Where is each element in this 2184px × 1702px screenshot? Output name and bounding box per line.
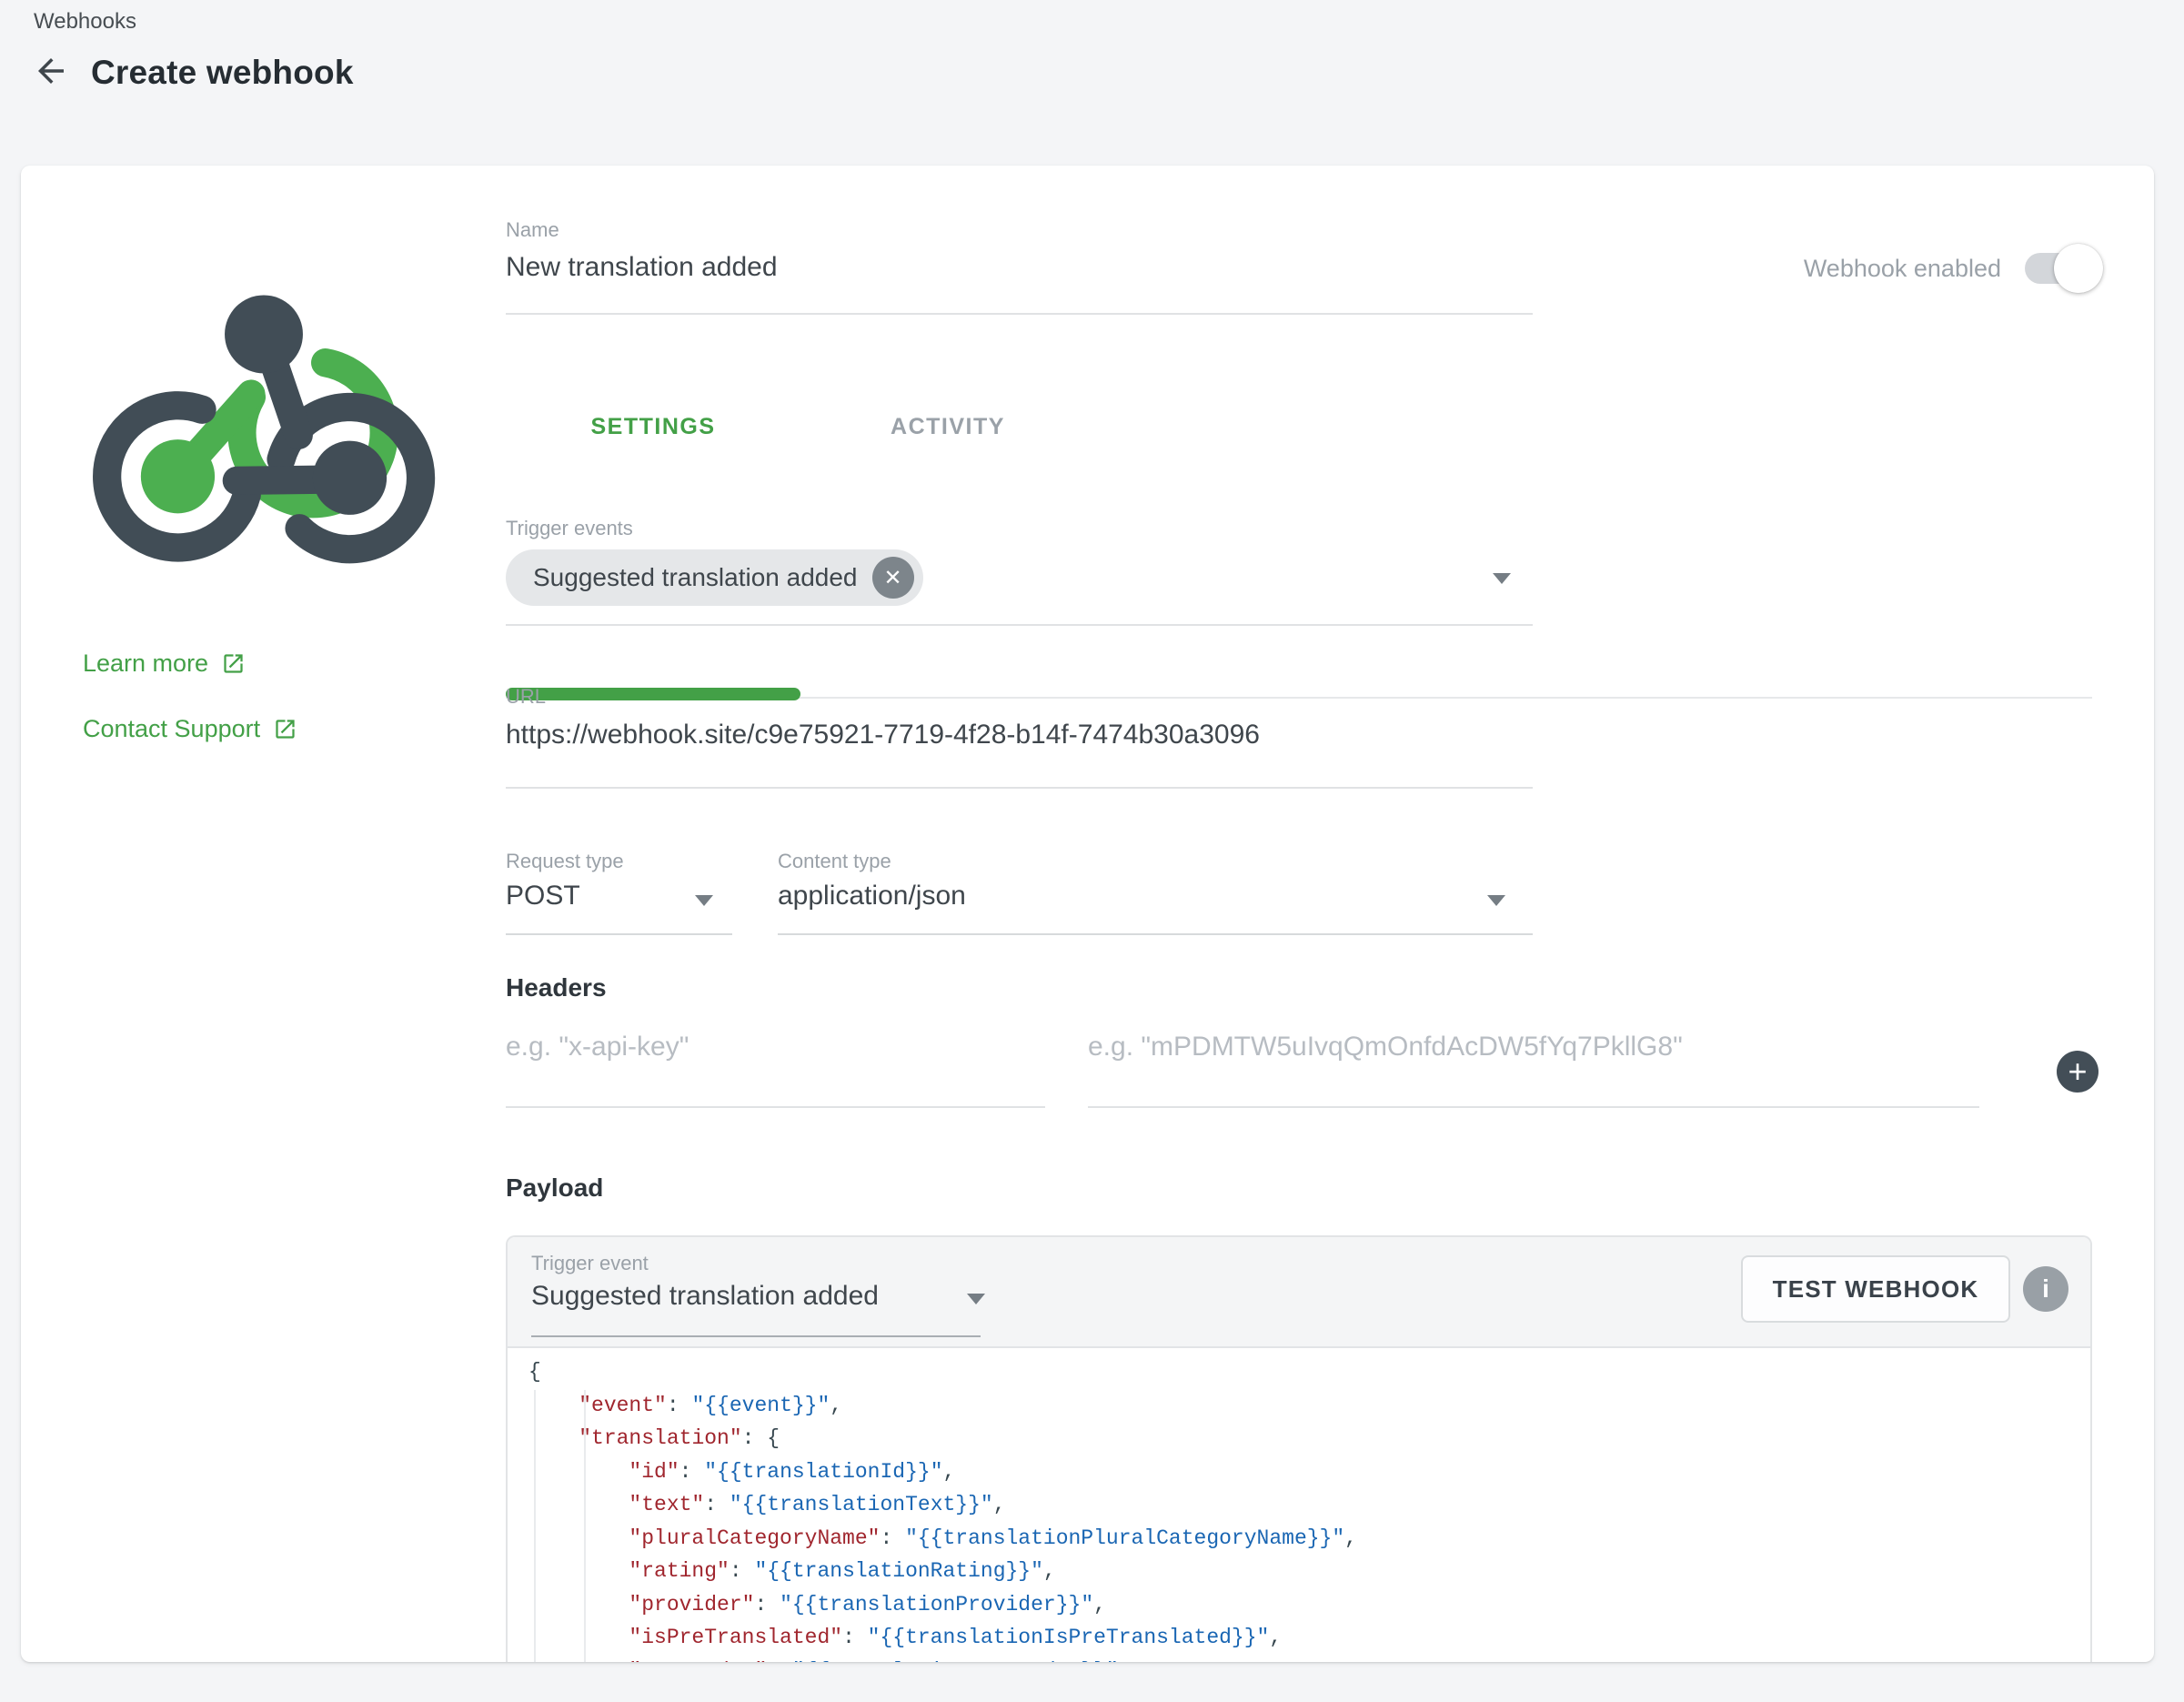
- headers-heading: Headers: [506, 973, 607, 1002]
- payload-code-editor[interactable]: { "event": "{{event}}", "translation": {…: [508, 1348, 2090, 1662]
- payload-panel-header: Trigger event Suggested translation adde…: [508, 1237, 2090, 1348]
- back-button[interactable]: [31, 53, 71, 93]
- chip-remove-icon[interactable]: ✕: [872, 557, 914, 599]
- trigger-events-label: Trigger events: [506, 517, 633, 540]
- create-webhook-page: Webhooks Create webhook: [0, 0, 2184, 1702]
- url-underline: [506, 787, 1533, 789]
- tab-activity[interactable]: ACTIVITY: [800, 400, 1095, 453]
- payload-trigger-event-label: Trigger event: [531, 1252, 649, 1275]
- contact-support-link[interactable]: Contact Support: [83, 715, 297, 743]
- plus-icon: +: [2068, 1055, 2087, 1088]
- content-type-label: Content type: [778, 850, 891, 873]
- url-input[interactable]: [506, 715, 1525, 755]
- name-input[interactable]: [506, 247, 1525, 287]
- request-type-label: Request type: [506, 850, 624, 873]
- webhook-enabled-toggle[interactable]: [2025, 253, 2096, 284]
- url-label: URL: [506, 685, 546, 709]
- request-type-select[interactable]: POST: [506, 881, 580, 911]
- toggle-knob-icon: [2054, 244, 2103, 293]
- content-type-underline: [778, 933, 1533, 935]
- contact-support-label: Contact Support: [83, 715, 260, 743]
- payload-trigger-event-select[interactable]: Suggested translation added: [531, 1281, 879, 1312]
- webhook-enabled-row: Webhook enabled: [1804, 253, 2096, 284]
- open-in-new-icon: [221, 651, 246, 676]
- content-type-select[interactable]: application/json: [778, 881, 966, 911]
- tab-settings[interactable]: SETTINGS: [506, 400, 800, 453]
- webhook-enabled-label: Webhook enabled: [1804, 255, 2001, 283]
- chevron-down-icon: [967, 1294, 985, 1304]
- chevron-down-icon: [695, 895, 713, 906]
- open-in-new-icon: [273, 717, 297, 741]
- add-header-button[interactable]: +: [2057, 1051, 2098, 1093]
- page-title: Create webhook: [91, 54, 354, 92]
- info-icon[interactable]: i: [2023, 1266, 2068, 1312]
- trigger-events-underline: [506, 624, 1533, 626]
- payload-trigger-event-underline: [531, 1335, 981, 1337]
- chevron-down-icon[interactable]: [1493, 573, 1511, 584]
- title-row: Create webhook: [31, 53, 354, 93]
- chip-label: Suggested translation added: [533, 563, 858, 592]
- request-type-underline: [506, 933, 732, 935]
- tab-bar: SETTINGS ACTIVITY: [506, 400, 2092, 466]
- payload-code: { "event": "{{event}}", "translation": {…: [528, 1355, 2072, 1662]
- header-key-input[interactable]: [506, 1032, 1042, 1062]
- payload-heading: Payload: [506, 1173, 603, 1203]
- active-tab-indicator: [506, 688, 800, 700]
- trigger-event-chip[interactable]: Suggested translation added ✕: [506, 549, 923, 606]
- header-key-underline: [506, 1106, 1045, 1108]
- learn-more-label: Learn more: [83, 650, 208, 678]
- learn-more-link[interactable]: Learn more: [83, 650, 246, 678]
- header-value-underline: [1088, 1106, 1979, 1108]
- arrow-back-icon: [32, 52, 70, 95]
- name-label: Name: [506, 218, 559, 242]
- name-underline: [506, 313, 1533, 315]
- webhook-card: Learn more Contact Support Name Webhook …: [21, 166, 2154, 1662]
- breadcrumb[interactable]: Webhooks: [34, 9, 136, 35]
- test-webhook-button[interactable]: TEST WEBHOOK: [1741, 1255, 2010, 1323]
- payload-panel: Trigger event Suggested translation adde…: [506, 1235, 2092, 1662]
- chevron-down-icon: [1487, 895, 1505, 906]
- header-value-input[interactable]: [1088, 1032, 1970, 1062]
- webhook-logo: [77, 222, 450, 586]
